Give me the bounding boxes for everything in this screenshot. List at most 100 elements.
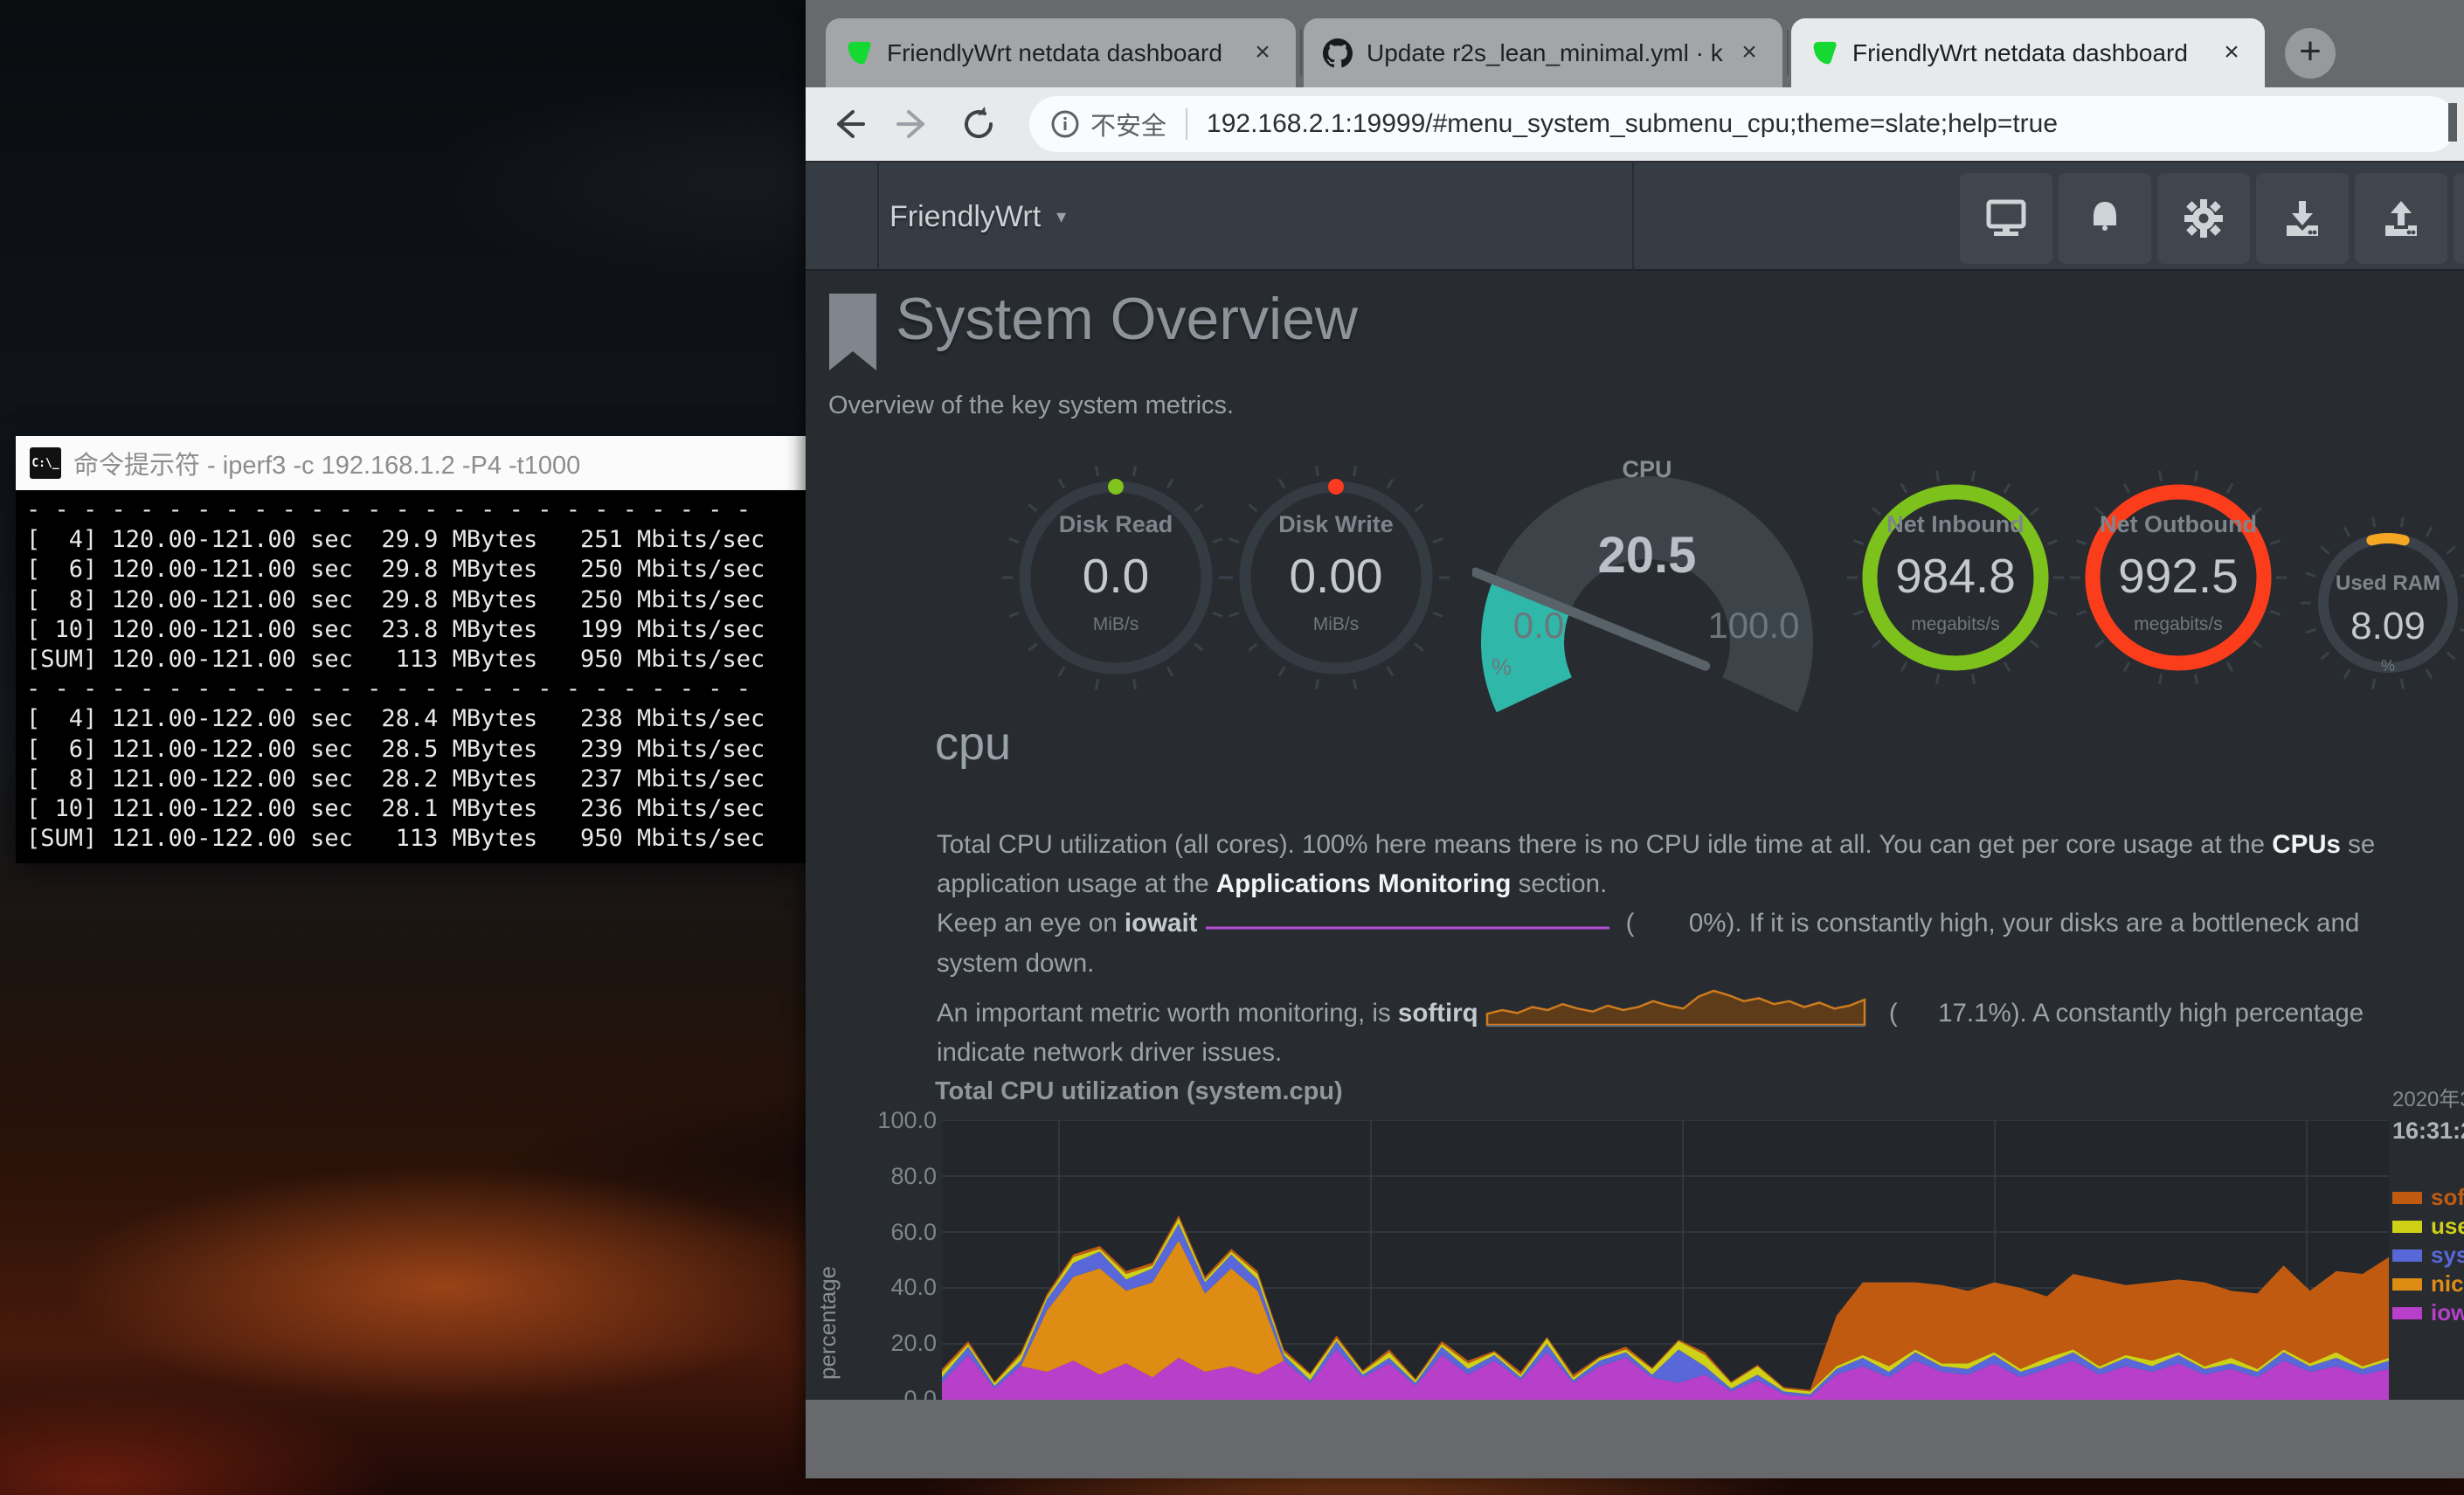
reload-button[interactable]	[956, 101, 1001, 147]
url-text[interactable]: 192.168.2.1:19999/#menu_system_submenu_c…	[1207, 109, 2058, 139]
gauge-label: Disk Write	[1205, 511, 1467, 538]
info-icon[interactable]	[1050, 109, 1080, 139]
settings-button[interactable]	[2157, 173, 2250, 264]
text: (	[1626, 909, 1635, 938]
legend-item-system[interactable]: system	[2392, 1241, 2464, 1270]
tab-netdata-1[interactable]: FriendlyWrt netdata dashboard ×	[826, 18, 1296, 87]
header-button-partial[interactable]	[2454, 173, 2464, 264]
link-cpus[interactable]: CPUs	[2272, 830, 2341, 859]
legend-item-user[interactable]: user	[2392, 1212, 2464, 1241]
y-tick-label: 40.0	[856, 1274, 937, 1301]
text: se	[2341, 830, 2375, 859]
gauge-unit: %	[2283, 657, 2464, 675]
tab-github[interactable]: Update r2s_lean_minimal.yml · k ×	[1304, 18, 1782, 87]
legend-swatch	[2392, 1192, 2422, 1204]
legend-item-iowait[interactable]: iowait	[2392, 1298, 2464, 1327]
bell-icon	[2084, 197, 2126, 239]
gauge-unit: megabits/s	[2047, 614, 2309, 635]
chevron-down-icon: ▾	[1056, 205, 1066, 228]
gauge-disk-write[interactable]: Disk Write 0.00 MiB/s	[1205, 446, 1467, 709]
bookmark-star-icon[interactable]	[2448, 103, 2457, 142]
terminal-line: - - - - - - - - - - - - - - - - - - - - …	[26, 675, 795, 704]
tab-close-icon[interactable]: ×	[1734, 38, 1765, 69]
y-tick-label: 100.0	[856, 1107, 937, 1134]
gauge-value: 992.5	[2047, 548, 2309, 604]
text: application usage at the	[937, 869, 1216, 898]
legend-swatch	[2392, 1221, 2422, 1233]
text: ). If it is constantly high, your disks …	[1727, 909, 2360, 938]
terminal-window[interactable]: C:\_ 命令提示符 - iperf3 -c 192.168.1.2 -P4 -…	[16, 436, 806, 863]
security-label[interactable]: 不安全	[1090, 106, 1166, 142]
bookmark-icon	[826, 294, 880, 374]
gauge-min: 0.0	[1486, 605, 1591, 647]
gauge-value: 20.5	[1472, 526, 1822, 585]
link-applications-monitoring[interactable]: Applications Monitoring	[1216, 869, 1512, 898]
text	[1618, 909, 1625, 938]
new-tab-button[interactable]: +	[2285, 28, 2336, 79]
gauge-label: CPU	[1472, 456, 1822, 483]
monitor-icon	[1983, 198, 2029, 239]
tab-close-icon[interactable]: ×	[1247, 38, 1278, 69]
cpu-utilization-chart[interactable]	[942, 1120, 2389, 1400]
chart-ylabel: percentage	[814, 1183, 849, 1400]
text	[1882, 999, 1889, 1028]
terminal-line: [ 6] 120.00-121.00 sec 29.8 MBytes 250 M…	[26, 555, 795, 585]
legend-swatch	[2392, 1249, 2422, 1262]
term-iowait: iowait	[1125, 909, 1198, 938]
terminal-line: - - - - - - - - - - - - - - - - - - - - …	[26, 495, 795, 525]
legend-swatch	[2392, 1307, 2422, 1319]
forward-button[interactable]	[891, 101, 937, 147]
terminal-line: [SUM] 120.00-121.00 sec 113 MBytes 950 M…	[26, 645, 795, 675]
export-snapshot-button[interactable]	[2355, 173, 2447, 264]
upload-icon	[2380, 197, 2422, 239]
url-divider	[1186, 108, 1187, 140]
chart-legend: 2020年3 16:31:2 softirqusersystemniceiowa…	[2392, 1082, 2464, 1327]
legend-item-softirq[interactable]: softirq	[2392, 1183, 2464, 1212]
terminal-line: [ 10] 120.00-121.00 sec 23.8 MBytes 199 …	[26, 615, 795, 645]
text: section.	[1511, 869, 1607, 898]
gauge-ring	[2283, 498, 2464, 708]
import-snapshot-button[interactable]	[2256, 173, 2349, 264]
text: (	[1889, 999, 1898, 1028]
netdata-page: FriendlyWrt ▾ System Overview Overview	[806, 161, 2464, 1400]
text: system down.	[937, 944, 2464, 983]
address-bar[interactable]: 不安全 192.168.2.1:19999/#menu_system_subme…	[1029, 96, 2457, 152]
alarms-button[interactable]	[2059, 173, 2151, 264]
legend-label: softirq	[2431, 1184, 2464, 1211]
softirq-sparkline[interactable]	[1484, 983, 1877, 1028]
y-tick-label: 20.0	[856, 1330, 937, 1357]
terminal-output: - - - - - - - - - - - - - - - - - - - - …	[16, 490, 806, 863]
term-softirq: softirq	[1398, 999, 1478, 1028]
text: indicate network driver issues.	[937, 1033, 2464, 1069]
terminal-line: [ 10] 121.00-122.00 sec 28.1 MBytes 236 …	[26, 794, 795, 824]
header-divider	[877, 163, 879, 271]
terminal-line: [ 8] 120.00-121.00 sec 29.8 MBytes 250 M…	[26, 585, 795, 615]
gauge-net-outbound[interactable]: Net Outbound 992.5 megabits/s	[2047, 446, 2309, 709]
legend-item-nice[interactable]: nice	[2392, 1270, 2464, 1298]
gauge-value: 0.00	[1205, 548, 1467, 604]
terminal-titlebar[interactable]: C:\_ 命令提示符 - iperf3 -c 192.168.1.2 -P4 -…	[16, 436, 806, 490]
iowait-value: 0%	[1635, 903, 1727, 943]
text: An important metric worth monitoring, is	[937, 999, 1398, 1028]
back-button[interactable]	[825, 101, 870, 147]
gauge-used-ram[interactable]: Used RAM 8.09 %	[2283, 498, 2464, 708]
gauge-unit: MiB/s	[1205, 614, 1467, 635]
legend-swatch	[2392, 1278, 2422, 1291]
text: Keep an eye on	[937, 909, 1125, 938]
gauge-cpu[interactable]: CPU 20.5 0.0 % 100.0	[1472, 454, 1822, 716]
tab-close-icon[interactable]: ×	[2216, 38, 2247, 69]
tab-netdata-2-active[interactable]: FriendlyWrt netdata dashboard ×	[1791, 18, 2265, 87]
page-subtitle: Overview of the key system metrics.	[828, 391, 1234, 420]
tab-separator	[1300, 30, 1302, 75]
legend-label: user	[2431, 1213, 2464, 1240]
nodes-view-button[interactable]	[1960, 173, 2052, 264]
iowait-sparkline[interactable]	[1202, 909, 1613, 938]
tab-label: Update r2s_lean_minimal.yml · k	[1367, 39, 1734, 67]
gauge-unit: %	[1492, 654, 1512, 681]
tab-label: FriendlyWrt netdata dashboard	[1852, 39, 2216, 67]
page-title: System Overview	[896, 285, 1358, 353]
host-dropdown[interactable]: FriendlyWrt ▾	[889, 163, 1066, 271]
browser-toolbar: 不安全 192.168.2.1:19999/#menu_system_subme…	[806, 87, 2464, 161]
text: ). A constantly high percentage	[2011, 999, 2364, 1028]
gauge-value: 8.09	[2283, 605, 2464, 648]
